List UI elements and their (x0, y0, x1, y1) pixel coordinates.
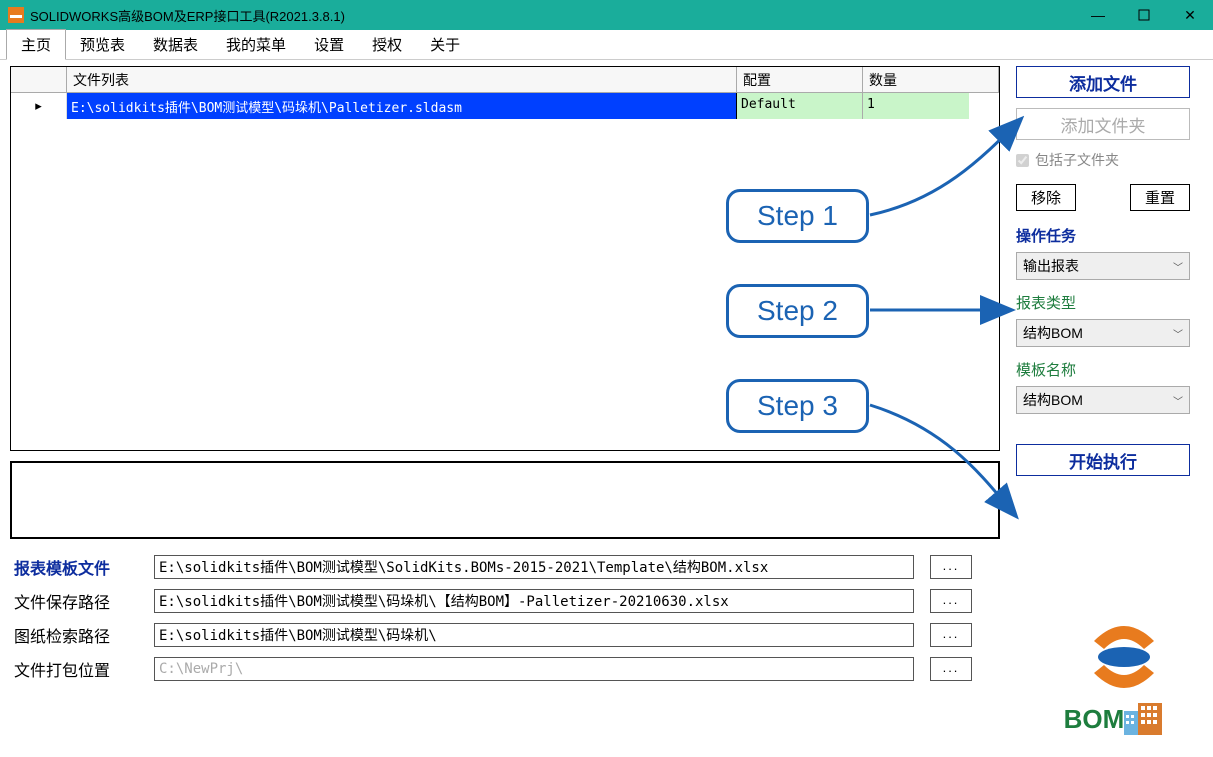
tab-home[interactable]: 主页 (6, 29, 66, 60)
chevron-down-icon: ﹀ (1173, 326, 1183, 341)
template-path-browse[interactable]: ... (930, 555, 972, 579)
window-title: SOLIDWORKS高级BOM及ERP接口工具(R2021.3.8.1) (30, 6, 1075, 25)
pack-path-input (154, 657, 914, 681)
app-logo: BOM (1059, 605, 1189, 735)
sidebar: 添加文件 添加文件夹 包括子文件夹 移除 重置 操作任务 输出报表 ﹀ 报表类型… (1000, 66, 1190, 539)
start-button[interactable]: 开始执行 (1016, 444, 1190, 476)
step-1-callout: Step 1 (726, 189, 869, 243)
table-row[interactable]: ▸ E:\solidkits插件\BOM测试模型\码垛机\Palletizer.… (11, 93, 999, 119)
template-path-label: 报表模板文件 (14, 555, 154, 579)
maximize-button[interactable] (1121, 0, 1167, 30)
tab-strip: 主页 预览表 数据表 我的菜单 设置 授权 关于 (0, 30, 1213, 60)
building-icon (1124, 703, 1162, 735)
save-path-input[interactable] (154, 589, 914, 613)
include-subfolder-check[interactable]: 包括子文件夹 (1016, 150, 1190, 170)
search-path-label: 图纸检索路径 (14, 623, 154, 647)
close-button[interactable]: ✕ (1167, 0, 1213, 30)
template-label: 模板名称 (1016, 359, 1190, 380)
save-path-browse[interactable]: ... (930, 589, 972, 613)
grid-corner (11, 67, 67, 92)
search-path-input[interactable] (154, 623, 914, 647)
save-path-label: 文件保存路径 (14, 589, 154, 613)
current-row-icon: ▸ (35, 98, 42, 114)
step-3-callout: Step 3 (726, 379, 869, 433)
search-path-browse[interactable]: ... (930, 623, 972, 647)
task-select[interactable]: 输出报表 ﹀ (1016, 252, 1190, 280)
minimize-button[interactable]: — (1075, 0, 1121, 30)
tab-preview[interactable]: 预览表 (66, 30, 139, 59)
chevron-down-icon: ﹀ (1173, 259, 1183, 274)
log-panel[interactable] (10, 461, 1000, 539)
logo-text: BOM (1064, 704, 1125, 735)
include-subfolder-label: 包括子文件夹 (1035, 150, 1119, 170)
pack-path-label: 文件打包位置 (14, 657, 154, 681)
include-subfolder-checkbox[interactable] (1016, 154, 1029, 167)
step-2-callout: Step 2 (726, 284, 869, 338)
grid-header-config[interactable]: 配置 (737, 67, 863, 92)
template-path-input[interactable] (154, 555, 914, 579)
grid-header-file[interactable]: 文件列表 (67, 67, 737, 92)
task-value: 输出报表 (1023, 256, 1079, 276)
report-type-label: 报表类型 (1016, 292, 1190, 313)
report-type-value: 结构BOM (1023, 323, 1083, 343)
template-value: 结构BOM (1023, 390, 1083, 410)
report-type-select[interactable]: 结构BOM ﹀ (1016, 319, 1190, 347)
titlebar: SOLIDWORKS高级BOM及ERP接口工具(R2021.3.8.1) — ✕ (0, 0, 1213, 30)
pack-path-browse[interactable]: ... (930, 657, 972, 681)
add-folder-button[interactable]: 添加文件夹 (1016, 108, 1190, 140)
remove-button[interactable]: 移除 (1016, 184, 1076, 211)
tab-settings[interactable]: 设置 (300, 30, 358, 59)
grid-header: 文件列表 配置 数量 (11, 67, 999, 93)
chevron-down-icon: ﹀ (1173, 393, 1183, 408)
row-file-cell[interactable]: E:\solidkits插件\BOM测试模型\码垛机\Palletizer.sl… (67, 93, 737, 119)
paths-section: 报表模板文件 ... 文件保存路径 ... 图纸检索路径 ... 文件打包位置 … (0, 539, 1213, 681)
task-label: 操作任务 (1016, 225, 1190, 246)
tab-about[interactable]: 关于 (416, 30, 474, 59)
reset-button[interactable]: 重置 (1130, 184, 1190, 211)
grid-header-qty[interactable]: 数量 (863, 67, 999, 92)
add-file-button[interactable]: 添加文件 (1016, 66, 1190, 98)
tab-data[interactable]: 数据表 (139, 30, 212, 59)
row-qty-cell[interactable]: 1 (863, 93, 969, 119)
row-indicator: ▸ (11, 93, 67, 119)
tab-license[interactable]: 授权 (358, 30, 416, 59)
app-icon (8, 7, 24, 23)
template-select[interactable]: 结构BOM ﹀ (1016, 386, 1190, 414)
row-config-cell[interactable]: Default (737, 93, 863, 119)
tab-mymenu[interactable]: 我的菜单 (212, 30, 300, 59)
